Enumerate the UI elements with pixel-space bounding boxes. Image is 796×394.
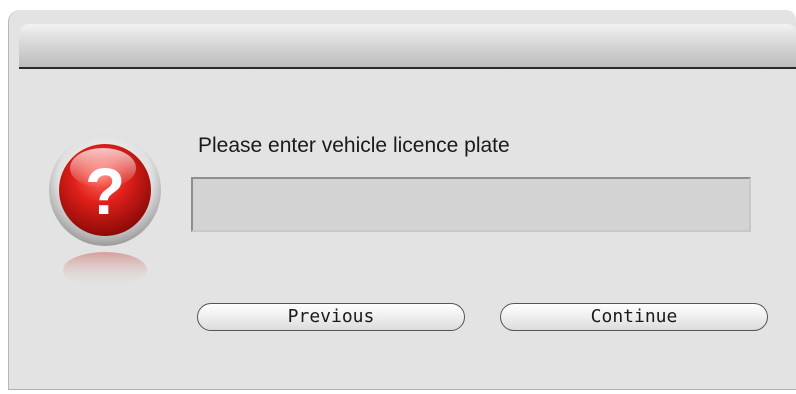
licence-plate-input[interactable]	[191, 177, 751, 232]
continue-button[interactable]: Continue	[500, 303, 768, 331]
previous-button[interactable]: Previous	[197, 303, 465, 331]
question-mark-icon: ?	[47, 130, 167, 300]
dialog-titlebar	[19, 24, 796, 69]
prompt-label: Please enter vehicle licence plate	[198, 134, 510, 157]
svg-text:?: ?	[85, 154, 125, 228]
dialog-window: ? Please enter vehicle licence plate Pre…	[8, 10, 796, 390]
